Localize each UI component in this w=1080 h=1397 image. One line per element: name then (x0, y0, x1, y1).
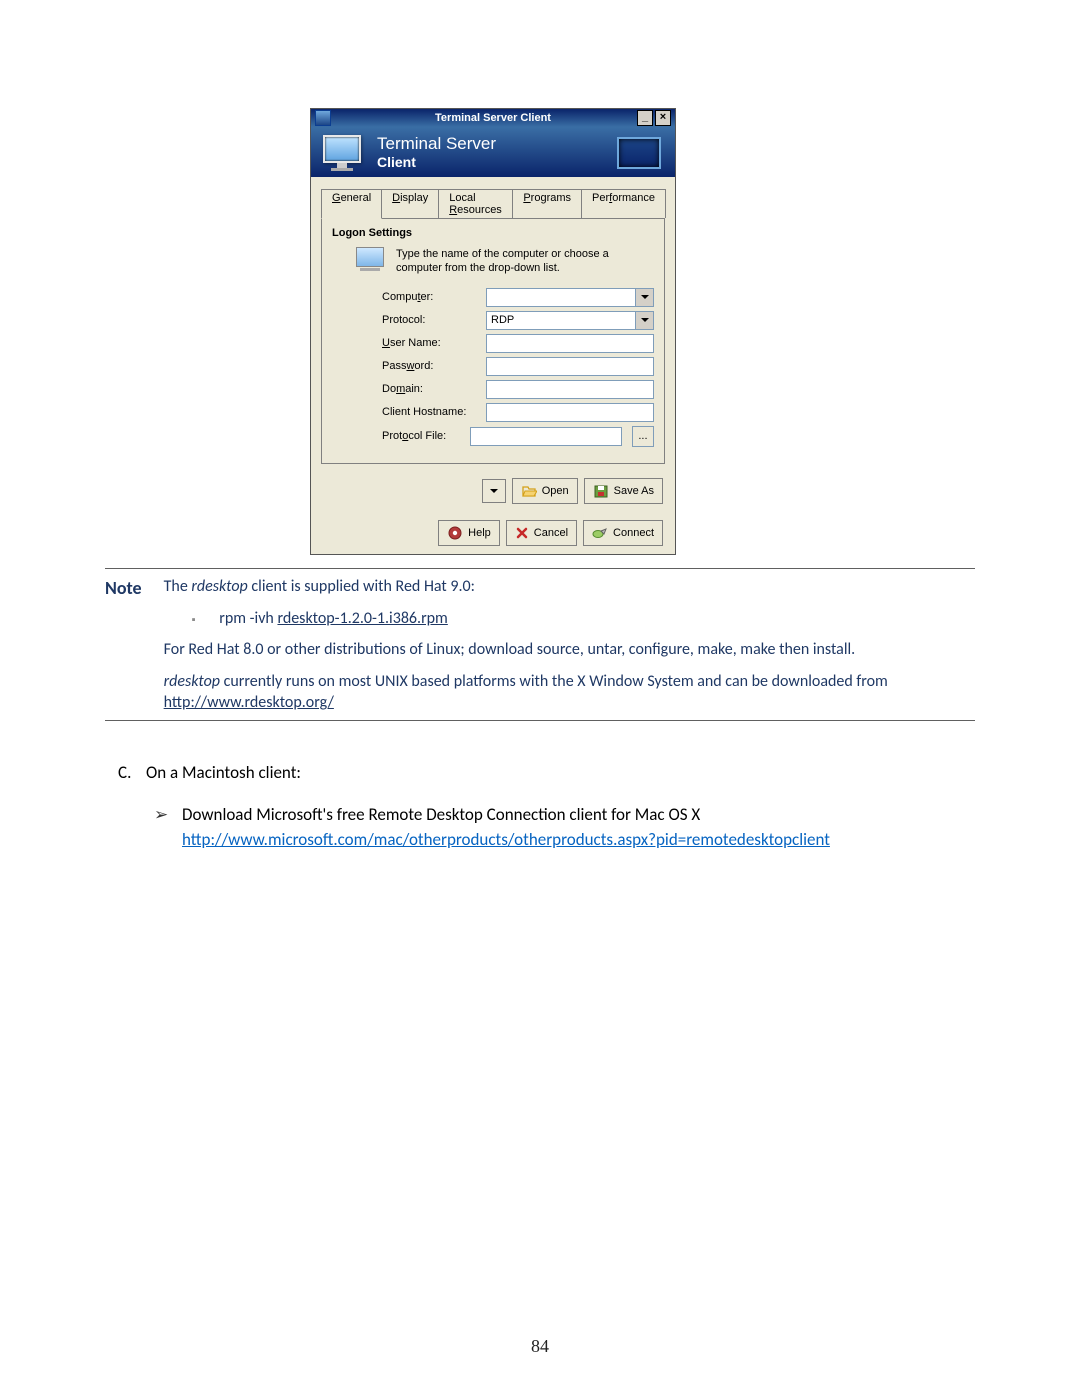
password-input[interactable] (486, 357, 654, 376)
tab-performance[interactable]: Performance (581, 189, 666, 218)
tabs: General Display Local Resources Programs… (321, 189, 665, 218)
domain-input[interactable] (486, 380, 654, 399)
help-button[interactable]: Help (438, 520, 500, 546)
note-label: Note (105, 576, 160, 600)
dialog-footer-1: Open Save As (311, 474, 675, 512)
monitor-icon (323, 135, 363, 169)
note-intro-pre: The (164, 577, 192, 596)
connect-button[interactable]: Connect (583, 520, 663, 546)
instruction-row: Type the name of the computer or choose … (356, 247, 654, 276)
computer-icon (356, 247, 386, 271)
instruction-text: Type the name of the computer or choose … (396, 247, 654, 276)
cancel-button[interactable]: Cancel (506, 520, 577, 546)
note-bullet: rpm -ivh rdesktop-1.2.0-1.i386.rpm (192, 608, 974, 630)
section-heading: Logon Settings (332, 227, 654, 239)
tab-programs-label: rograms (531, 192, 571, 204)
banner-line1: Terminal Server (377, 134, 496, 154)
dialog-titlebar[interactable]: Terminal Server Client _ × (311, 109, 675, 127)
domain-label: Domain: (382, 383, 480, 395)
note-intro-italic: rdesktop (191, 577, 247, 596)
folder-open-icon (521, 484, 537, 498)
protocol-file-input[interactable] (470, 427, 622, 446)
note-p3-link: http://www.rdesktop.org/ (164, 693, 334, 712)
protocol-combo[interactable]: RDP (486, 311, 654, 330)
section-c: C. On a Macintosh client: ➢ Download Mic… (118, 760, 978, 853)
app-icon (315, 110, 331, 126)
section-c-heading: On a Macintosh client: (146, 760, 301, 786)
profile-dropdown[interactable] (482, 479, 506, 503)
note-body: The rdesktop client is supplied with Red… (164, 576, 974, 714)
page-number: 84 (0, 1336, 1080, 1357)
arrow-bullet-icon: ➢ (154, 802, 170, 828)
note-bullet-pre: rpm -ivh (219, 609, 277, 628)
tab-general-label: eneral (341, 192, 372, 204)
tab-local-resources-label: esources (457, 204, 502, 216)
dialog-title: Terminal Server Client (311, 112, 675, 124)
note-p3-mid: currently runs on most UNIX based platfo… (220, 672, 888, 691)
password-label: Password: (382, 360, 480, 372)
note-p2: For Red Hat 8.0 or other distributions o… (164, 639, 974, 661)
divider-bottom (105, 720, 975, 721)
chevron-down-icon[interactable] (635, 312, 653, 329)
banner-text: Terminal Server Client (377, 134, 496, 170)
dialog-banner: Terminal Server Client (311, 127, 675, 177)
divider-top (105, 568, 975, 569)
client-hostname-label: Client Hostname: (382, 406, 480, 418)
protocol-label: Protocol: (382, 314, 480, 326)
tab-performance-label: ormance (612, 192, 655, 204)
connect-icon (592, 526, 608, 540)
save-icon (593, 484, 609, 498)
close-button[interactable]: × (655, 110, 671, 126)
note-block: Note The rdesktop client is supplied wit… (105, 576, 975, 714)
help-icon (447, 526, 463, 540)
computer-label: Computer: (382, 291, 480, 303)
browse-button[interactable]: ... (632, 426, 654, 447)
protocol-value: RDP (491, 314, 514, 326)
monitor-right-icon (617, 137, 661, 171)
section-c-link[interactable]: http://www.microsoft.com/mac/otherproduc… (182, 829, 830, 850)
minimize-button[interactable]: _ (637, 110, 653, 126)
chevron-down-icon[interactable] (635, 289, 653, 306)
note-bullet-link: rdesktop-1.2.0-1.i386.rpm (277, 609, 447, 628)
computer-combo[interactable] (486, 288, 654, 307)
note-p3: rdesktop currently runs on most UNIX bas… (164, 671, 974, 714)
save-as-button[interactable]: Save As (584, 478, 663, 504)
open-button[interactable]: Open (512, 478, 578, 504)
section-c-letter: C. (118, 760, 136, 786)
tab-panel-general: Logon Settings Type the name of the comp… (321, 218, 665, 464)
section-c-bullet: Download Microsoft's free Remote Desktop… (182, 802, 830, 853)
cancel-icon (515, 526, 529, 540)
tab-local-resources[interactable]: Local Resources (438, 189, 513, 218)
username-label: User Name: (382, 337, 480, 349)
username-input[interactable] (486, 334, 654, 353)
protocol-file-label: Protocol File: (382, 430, 464, 442)
tab-display[interactable]: Display (381, 189, 439, 218)
tab-display-label: isplay (400, 192, 428, 204)
terminal-server-dialog: Terminal Server Client _ × Terminal Serv… (310, 108, 676, 555)
note-p3-italic: rdesktop (164, 672, 220, 691)
tab-general[interactable]: General (321, 189, 382, 219)
tab-programs[interactable]: Programs (512, 189, 582, 218)
section-c-bullet-text: Download Microsoft's free Remote Desktop… (182, 804, 700, 825)
dialog-footer-2: Help Cancel Connect (311, 512, 675, 554)
note-intro-post: client is supplied with Red Hat 9.0: (248, 577, 475, 596)
client-hostname-input[interactable] (486, 403, 654, 422)
banner-line2: Client (377, 154, 496, 170)
